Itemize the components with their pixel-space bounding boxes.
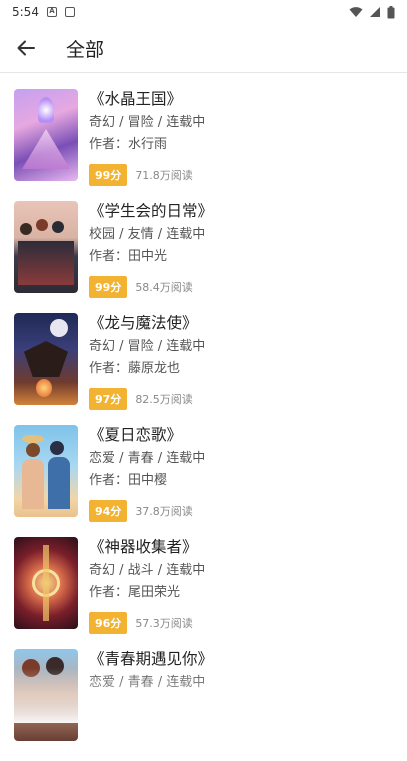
book-item[interactable]: 《龙与魔法使》 奇幻 / 冒险 / 连载中 作者：藤原龙也 97分 82.5万阅… xyxy=(0,313,407,425)
read-count: 58.4万阅读 xyxy=(135,281,193,294)
read-count: 57.3万阅读 xyxy=(135,617,193,630)
book-author: 作者：田中樱 xyxy=(89,473,168,488)
notification-a-icon: A xyxy=(46,7,57,17)
book-tags: 恋爱 / 青春 / 连载中 xyxy=(89,451,206,466)
book-cover xyxy=(14,313,78,405)
book-item[interactable]: 《夏日恋歌》 恋爱 / 青春 / 连载中 作者：田中樱 94分 37.8万阅读 xyxy=(0,425,407,537)
book-tags: 校园 / 友情 / 连载中 xyxy=(89,227,206,242)
book-title: 《龙与魔法使》 xyxy=(89,314,198,332)
book-tags: 奇幻 / 战斗 / 连载中 xyxy=(89,563,206,578)
book-cover xyxy=(14,537,78,629)
book-tags: 奇幻 / 冒险 / 连载中 xyxy=(89,115,206,130)
book-tags: 奇幻 / 冒险 / 连载中 xyxy=(89,339,206,354)
book-cover xyxy=(14,89,78,181)
wifi-icon xyxy=(349,7,363,17)
battery-icon xyxy=(387,5,395,18)
book-author: 作者：藤原龙也 xyxy=(89,361,181,376)
book-item[interactable]: 《水晶王国》 奇幻 / 冒险 / 连载中 作者：水行雨 99分 71.8万阅读 xyxy=(0,89,407,201)
book-author: 作者：水行雨 xyxy=(89,137,168,152)
page-title: 全部 xyxy=(66,38,105,61)
book-title: 《神器收集者》 xyxy=(89,538,198,556)
arrow-left-icon xyxy=(17,40,35,56)
book-list: 《水晶王国》 奇幻 / 冒险 / 连载中 作者：水行雨 99分 71.8万阅读 … xyxy=(0,73,407,761)
read-count: 82.5万阅读 xyxy=(135,393,193,406)
book-item[interactable]: 《学生会的日常》 校园 / 友情 / 连载中 作者：田中光 99分 58.4万阅… xyxy=(0,201,407,313)
book-cover xyxy=(14,425,78,517)
book-title: 《夏日恋歌》 xyxy=(89,426,183,444)
status-time: 5:54 xyxy=(12,5,39,19)
app-bar: 全部 xyxy=(0,24,407,73)
book-item[interactable]: 《青春期遇见你》 恋爱 / 青春 / 连载中 xyxy=(0,649,407,761)
score-badge: 99分 xyxy=(89,164,128,186)
book-author: 作者：尾田荣光 xyxy=(89,585,181,600)
score-badge: 96分 xyxy=(89,612,128,634)
notification-card-icon xyxy=(64,7,75,17)
read-count: 37.8万阅读 xyxy=(135,505,193,518)
score-badge: 99分 xyxy=(89,276,128,298)
signal-icon xyxy=(370,7,380,17)
book-cover xyxy=(14,201,78,293)
score-badge: 97分 xyxy=(89,388,128,410)
book-title: 《青春期遇见你》 xyxy=(89,650,214,668)
read-count: 71.8万阅读 xyxy=(135,169,193,182)
back-button[interactable] xyxy=(16,38,36,58)
book-author: 作者：田中光 xyxy=(89,249,168,264)
score-badge: 94分 xyxy=(89,500,128,522)
book-item[interactable]: 《神器收集者》 奇幻 / 战斗 / 连载中 作者：尾田荣光 96分 57.3万阅… xyxy=(0,537,407,649)
book-cover xyxy=(14,649,78,741)
status-bar: 5:54 A xyxy=(0,0,407,24)
book-tags: 恋爱 / 青春 / 连载中 xyxy=(89,675,206,690)
book-title: 《水晶王国》 xyxy=(89,90,183,108)
book-title: 《学生会的日常》 xyxy=(89,202,214,220)
